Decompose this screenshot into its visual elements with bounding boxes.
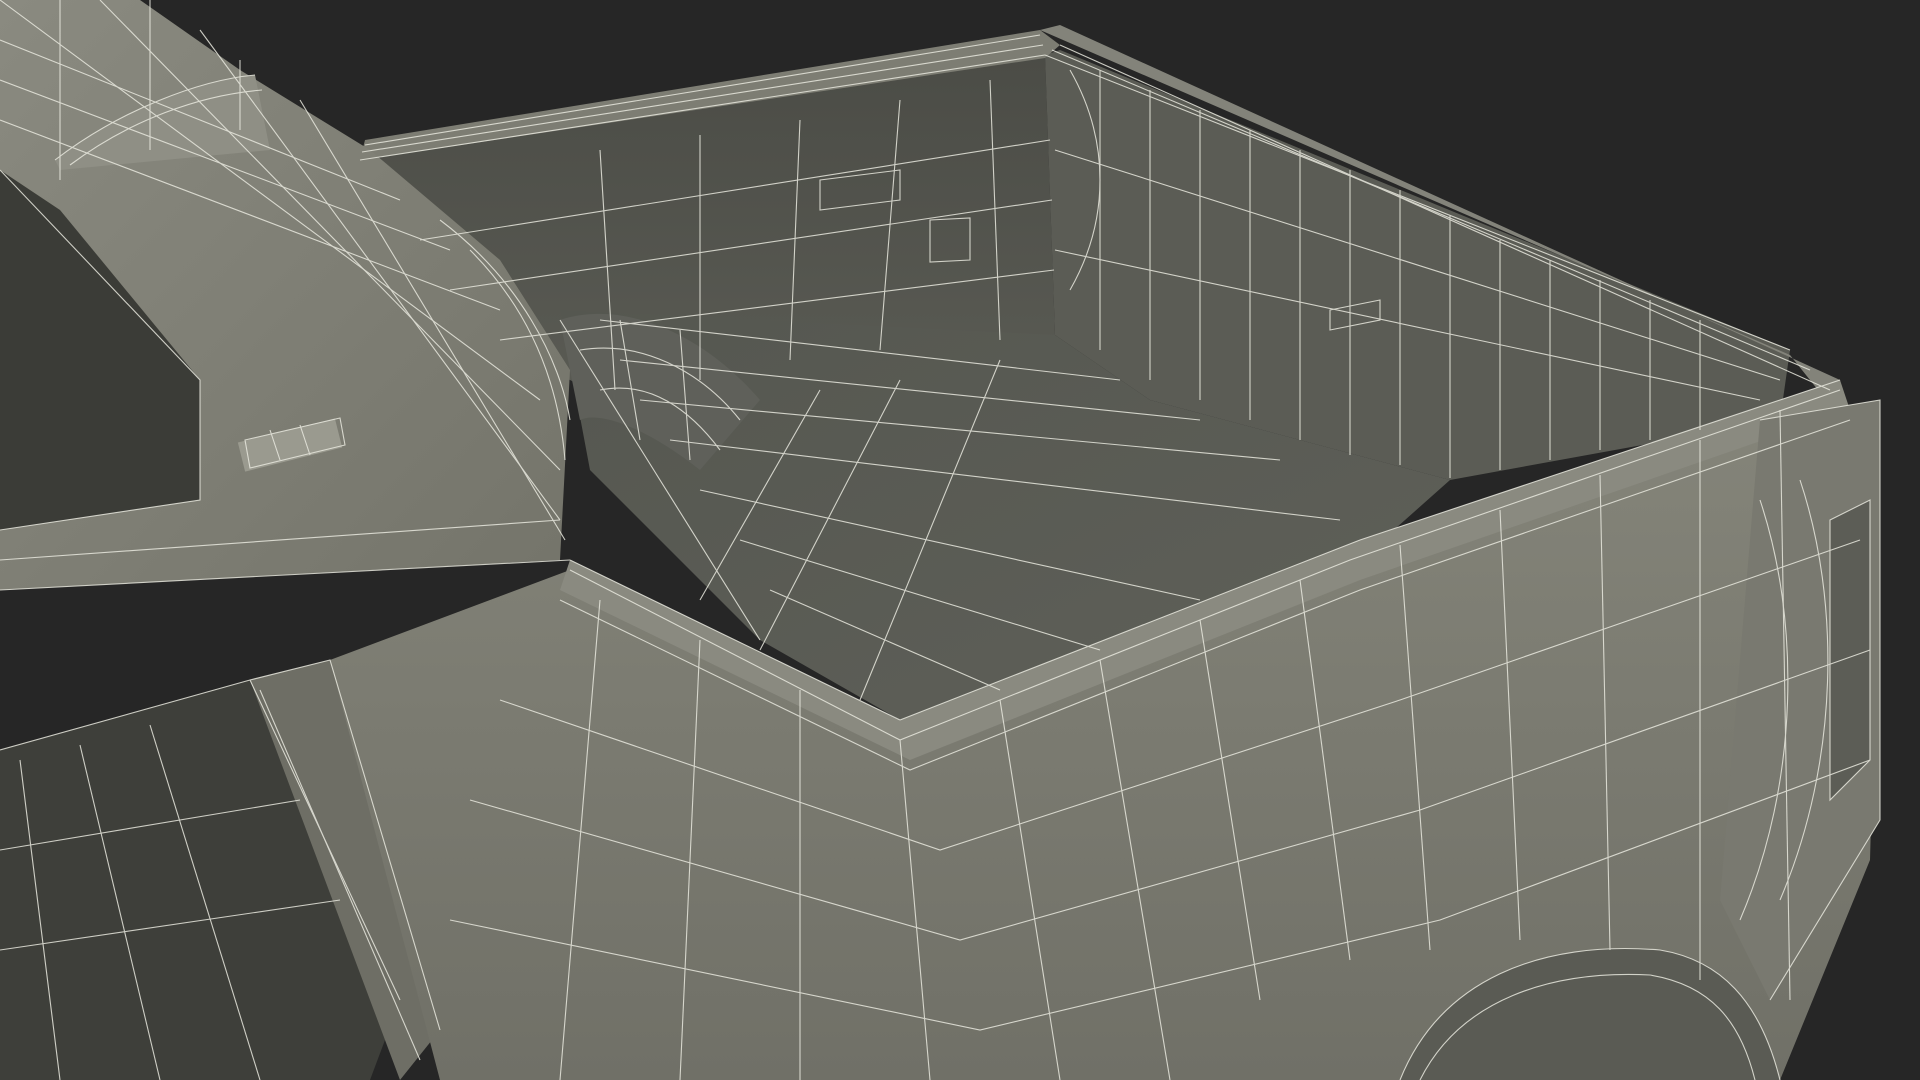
tail-light — [1830, 500, 1870, 800]
truck-render — [0, 0, 1920, 1080]
3d-viewport[interactable] — [0, 0, 1920, 1080]
